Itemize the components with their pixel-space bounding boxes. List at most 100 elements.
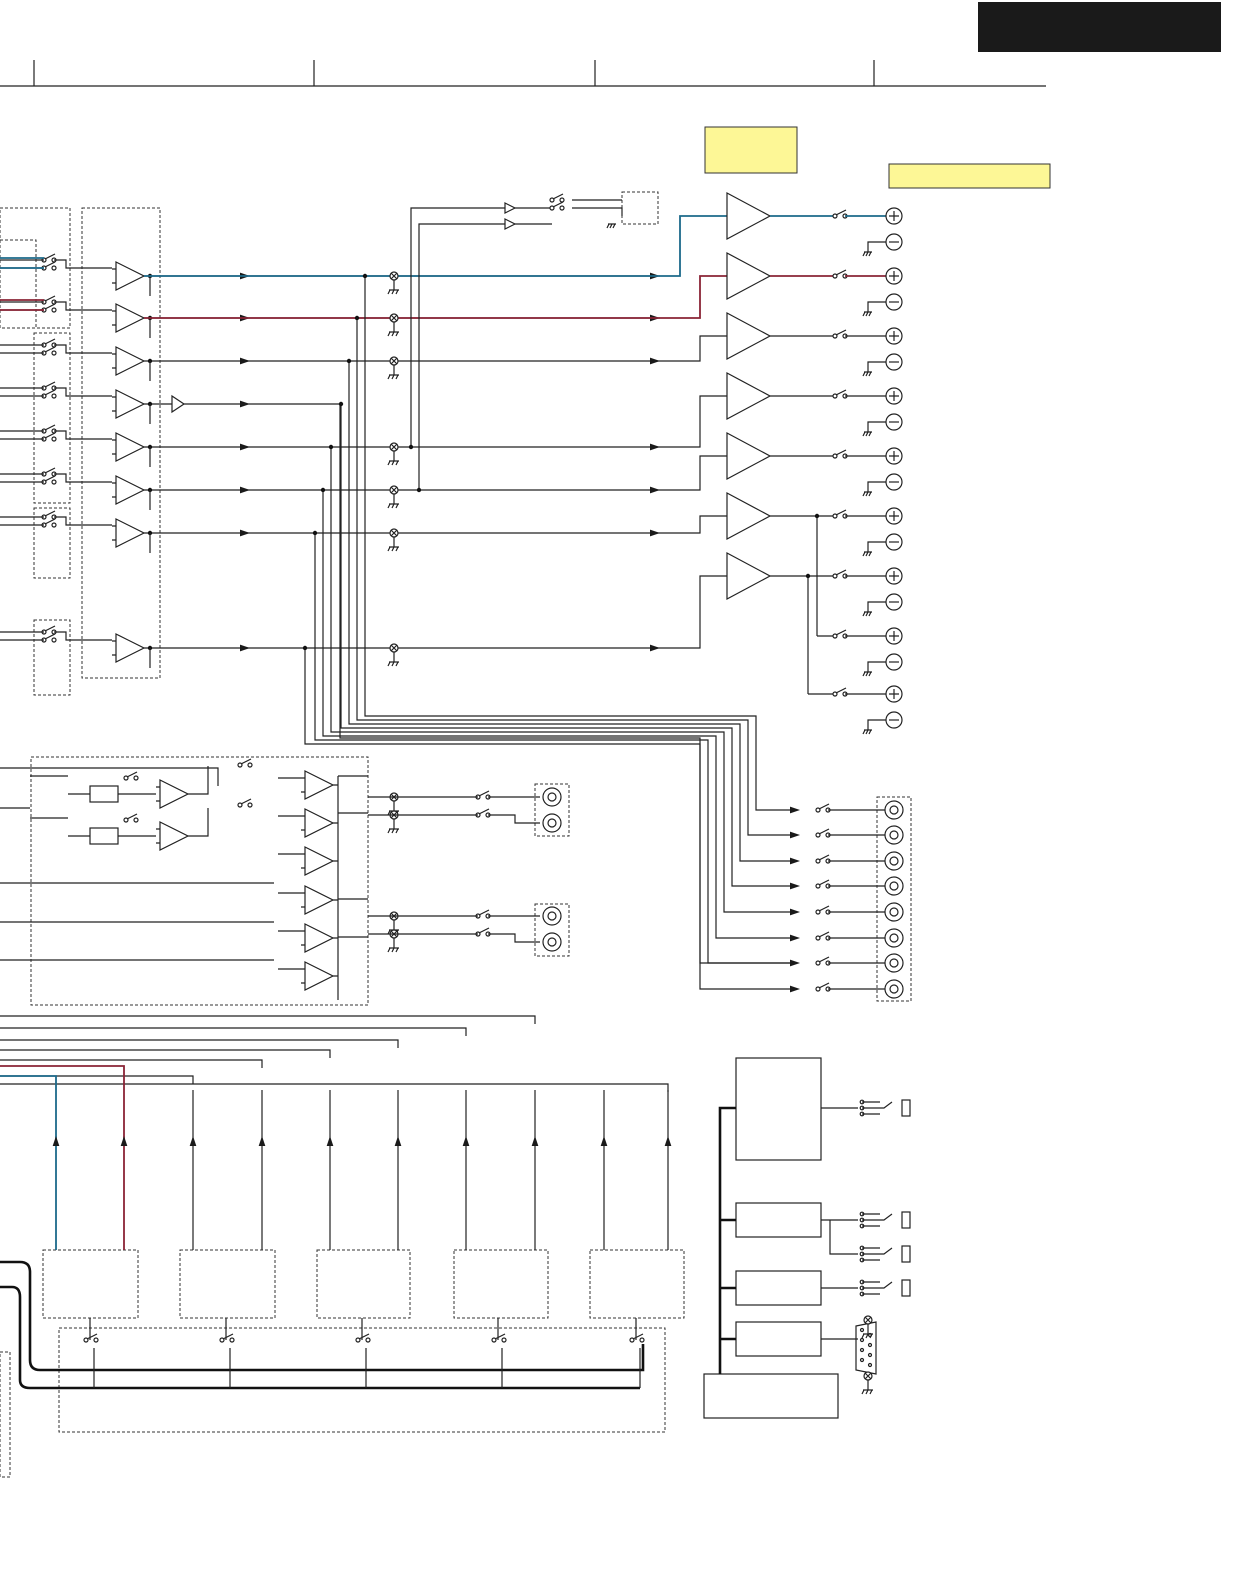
switch-contact bbox=[832, 569, 848, 579]
switch-contact bbox=[815, 931, 831, 941]
switch-contact bbox=[41, 625, 57, 635]
mute-cross-icon bbox=[387, 271, 399, 295]
minus-terminal-icon bbox=[885, 533, 903, 551]
buffer-opamp bbox=[112, 346, 146, 376]
mute-cross-icon bbox=[387, 313, 399, 337]
ground-icon bbox=[862, 491, 872, 497]
rca-jack-icon bbox=[542, 787, 562, 807]
tone-resistor bbox=[89, 785, 119, 803]
signal-arrow bbox=[790, 806, 800, 814]
junction-dot bbox=[328, 444, 334, 450]
switch-contact bbox=[41, 633, 57, 643]
switch-contact bbox=[815, 982, 831, 992]
switch-contact bbox=[41, 475, 57, 485]
highlight-box-amp bbox=[704, 126, 798, 174]
plus-terminal-icon bbox=[885, 387, 903, 405]
mute-cross-icon bbox=[861, 1371, 873, 1395]
switch-contact bbox=[41, 518, 57, 528]
buffer-opamp bbox=[112, 633, 146, 663]
buffer-opamp bbox=[112, 475, 146, 505]
signal-arrow bbox=[258, 1136, 266, 1146]
signal-arrow bbox=[462, 1136, 470, 1146]
signal-arrow bbox=[790, 959, 800, 967]
minus-terminal-icon bbox=[885, 711, 903, 729]
buffer-opamp bbox=[112, 432, 146, 462]
zone-opamp bbox=[301, 923, 335, 953]
zone-opamp bbox=[301, 808, 335, 838]
switch-contact bbox=[629, 1333, 645, 1343]
switch-contact bbox=[815, 956, 831, 966]
rca-jack-icon bbox=[884, 979, 904, 999]
mute-cross-icon bbox=[387, 356, 399, 380]
buffer-opamp bbox=[112, 518, 146, 548]
switch-contact bbox=[475, 808, 491, 818]
power-amp-triangle bbox=[726, 491, 772, 541]
signal-arrow bbox=[394, 1136, 402, 1146]
signal-arrow bbox=[52, 1136, 60, 1146]
junction-dot bbox=[302, 645, 308, 651]
switch-contact bbox=[815, 905, 831, 915]
power-amp-triangle bbox=[726, 431, 772, 481]
plus-terminal-icon bbox=[885, 567, 903, 585]
switch-contact bbox=[237, 798, 253, 808]
signal-arrow bbox=[790, 934, 800, 942]
signal-arrow bbox=[790, 857, 800, 865]
zone-modules bbox=[42, 1249, 685, 1319]
zone-opamp bbox=[301, 885, 335, 915]
mute-cross-icon bbox=[387, 810, 399, 834]
signal-arrow bbox=[600, 1136, 608, 1146]
switch-contact bbox=[475, 790, 491, 800]
switch-contact bbox=[832, 687, 848, 697]
minus-terminal-icon bbox=[885, 473, 903, 491]
mute-cross-icon bbox=[387, 528, 399, 552]
signal-arrow bbox=[664, 1136, 672, 1146]
signal-arrow bbox=[189, 1136, 197, 1146]
signal-arrow bbox=[790, 985, 800, 993]
zone-opamp bbox=[301, 961, 335, 991]
rca-jack-icon bbox=[542, 813, 562, 833]
phone-jack-icon bbox=[859, 1245, 911, 1263]
switch-contact bbox=[832, 269, 848, 279]
switch-contact bbox=[237, 758, 253, 768]
signal-arrow bbox=[650, 486, 660, 494]
junction-dot bbox=[416, 487, 422, 493]
rca-jack-icon bbox=[542, 906, 562, 926]
rca-jack-icon bbox=[884, 902, 904, 922]
tone-opamp bbox=[156, 779, 190, 809]
mute-cross-icon bbox=[387, 929, 399, 953]
ground-icon bbox=[862, 371, 872, 377]
switch-contact bbox=[41, 424, 57, 434]
plus-terminal-icon bbox=[885, 627, 903, 645]
switch-contact bbox=[41, 295, 57, 305]
plus-terminal-icon bbox=[885, 207, 903, 225]
ground-icon bbox=[862, 611, 872, 617]
switch-contact bbox=[832, 509, 848, 519]
highlight-box-speakers bbox=[888, 163, 1051, 189]
zone-opamp bbox=[301, 846, 335, 876]
switch-contact bbox=[41, 389, 57, 399]
switch-contact bbox=[815, 803, 831, 813]
signal-arrow bbox=[240, 443, 250, 451]
plus-terminal-icon bbox=[885, 327, 903, 345]
signal-arrow bbox=[240, 486, 250, 494]
rca-jack-icon bbox=[884, 825, 904, 845]
rca-jack-icon bbox=[884, 876, 904, 896]
signal-arrow bbox=[650, 644, 660, 652]
junction-dot bbox=[805, 573, 811, 579]
buffer-triangle bbox=[171, 394, 186, 414]
mute-cross-icon bbox=[387, 485, 399, 509]
minus-terminal-icon bbox=[885, 353, 903, 371]
power-amp-triangle bbox=[726, 311, 772, 361]
switch-contact bbox=[832, 329, 848, 339]
buffer-opamp bbox=[112, 261, 146, 291]
column-ruler bbox=[0, 60, 1046, 87]
minus-terminal-icon bbox=[885, 593, 903, 611]
switch-contact bbox=[41, 510, 57, 520]
switch-contact bbox=[355, 1333, 371, 1343]
rca-jack-icon bbox=[542, 932, 562, 952]
mute-cross-icon bbox=[387, 442, 399, 466]
power-amp-triangle bbox=[726, 551, 772, 601]
signal-arrow bbox=[240, 529, 250, 537]
rca-jack-icon bbox=[884, 953, 904, 973]
minus-terminal-icon bbox=[885, 413, 903, 431]
